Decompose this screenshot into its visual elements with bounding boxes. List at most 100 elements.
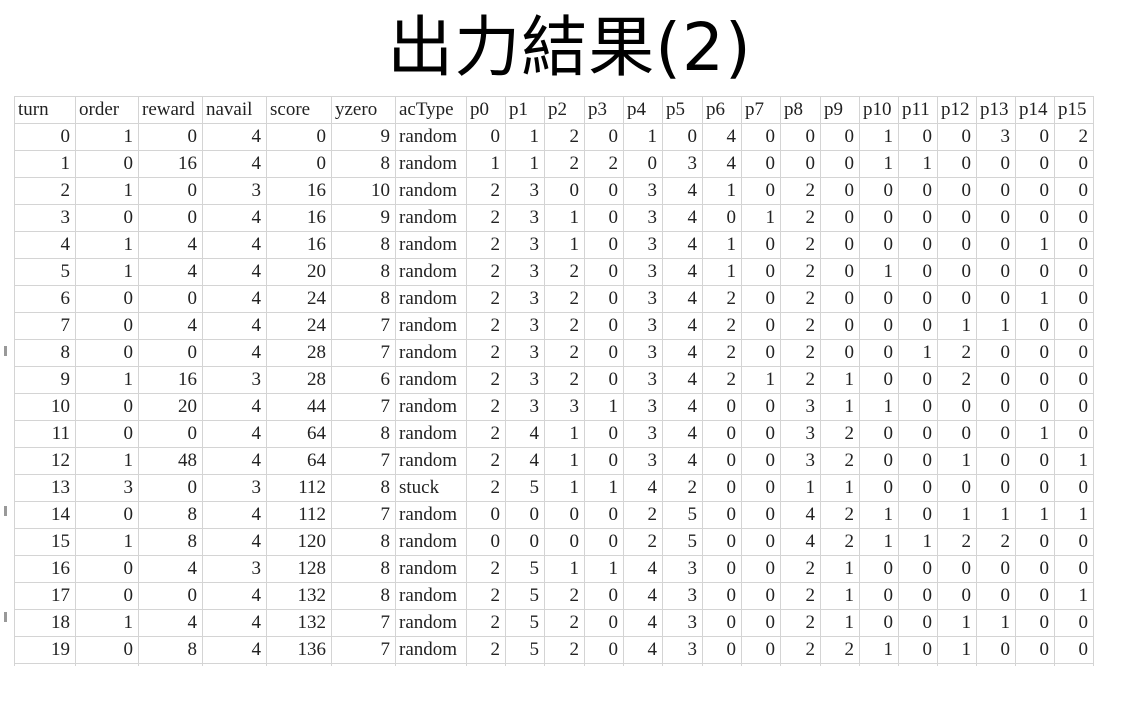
cell-p12[interactable]: 0 [937,420,977,448]
cell-reward[interactable]: 4 [138,312,203,340]
cell-navail[interactable]: 4 [202,123,267,151]
column-header-p7[interactable]: p7 [741,96,781,124]
cell-score[interactable]: 28 [266,366,332,394]
cell-reward[interactable]: 8 [138,636,203,664]
cell-acType[interactable]: random [395,339,467,367]
cell-p3[interactable]: 0 [584,231,624,259]
cell-p4[interactable]: 1 [623,123,663,151]
cell-turn[interactable]: 12 [14,447,76,475]
cell-p5[interactable]: 3 [662,636,703,664]
cell-p10[interactable]: 0 [859,474,899,502]
cell-turn[interactable] [14,663,76,666]
cell-p2[interactable]: 2 [544,339,585,367]
cell-yzero[interactable]: 8 [331,285,396,313]
cell-p1[interactable]: 1 [505,150,545,178]
cell-p2[interactable]: 2 [544,123,585,151]
cell-p2[interactable]: 2 [544,636,585,664]
cell-p4[interactable]: 3 [623,231,663,259]
cell-navail[interactable]: 4 [202,528,267,556]
cell-p0[interactable]: 2 [466,636,506,664]
cell-acType[interactable]: stuck [395,474,467,502]
cell-p11[interactable]: 0 [898,366,938,394]
cell-p6[interactable]: 0 [702,447,742,475]
column-header-p12[interactable]: p12 [937,96,977,124]
cell-p11[interactable]: 0 [898,447,938,475]
cell-navail[interactable]: 4 [202,231,267,259]
cell-p14[interactable]: 0 [1015,123,1055,151]
cell-p5[interactable]: 5 [662,501,703,529]
cell-p13[interactable]: 0 [976,150,1016,178]
cell-p9[interactable]: 0 [820,312,860,340]
cell-p0[interactable]: 2 [466,231,506,259]
cell-p13[interactable]: 0 [976,582,1016,610]
cell-p3[interactable]: 0 [584,177,624,205]
cell-p5[interactable]: 4 [662,312,703,340]
cell-reward[interactable]: 0 [138,177,203,205]
cell-navail[interactable]: 3 [202,177,267,205]
cell-navail[interactable]: 4 [202,420,267,448]
cell-p6[interactable]: 2 [702,312,742,340]
cell-p15[interactable]: 0 [1054,312,1094,340]
cell-p2[interactable]: 1 [544,447,585,475]
cell-score[interactable]: 0 [266,123,332,151]
cell-score[interactable]: 24 [266,312,332,340]
cell-score[interactable]: 16 [266,177,332,205]
cell-turn[interactable]: 16 [14,555,76,583]
cell-p9[interactable]: 0 [820,339,860,367]
cell-p12[interactable]: 1 [937,636,977,664]
cell-p1[interactable]: 5 [505,474,545,502]
cell-reward[interactable]: 0 [138,582,203,610]
cell-reward[interactable]: 0 [138,123,203,151]
cell-acType[interactable]: random [395,204,467,232]
cell-p5[interactable]: 3 [662,609,703,637]
cell-score[interactable]: 16 [266,204,332,232]
cell-p7[interactable]: 0 [741,555,781,583]
cell-p5[interactable]: 3 [662,582,703,610]
cell-p9[interactable]: 0 [820,204,860,232]
cell-p5[interactable]: 3 [662,555,703,583]
cell-p15[interactable]: 0 [1054,420,1094,448]
cell-order[interactable]: 1 [75,528,139,556]
cell-p5[interactable]: 4 [662,258,703,286]
cell-reward[interactable]: 4 [138,231,203,259]
cell-p3[interactable]: 0 [584,258,624,286]
cell-score[interactable]: 64 [266,420,332,448]
cell-p4[interactable]: 0 [623,150,663,178]
cell-order[interactable]: 3 [75,474,139,502]
cell-turn[interactable]: 8 [14,339,76,367]
cell-acType[interactable]: random [395,528,467,556]
column-header-p0[interactable]: p0 [466,96,506,124]
cell-turn[interactable]: 15 [14,528,76,556]
column-header-p8[interactable]: p8 [780,96,821,124]
cell-yzero[interactable]: 8 [331,528,396,556]
cell-p9[interactable]: 2 [820,447,860,475]
cell-p0[interactable]: 2 [466,285,506,313]
cell-p15[interactable]: 0 [1054,393,1094,421]
cell-p3[interactable]: 0 [584,636,624,664]
cell-p8[interactable]: 2 [780,555,821,583]
cell-turn[interactable]: 7 [14,312,76,340]
cell-p6[interactable]: 0 [702,501,742,529]
cell-p15[interactable]: 0 [1054,366,1094,394]
cell-yzero[interactable]: 8 [331,582,396,610]
cell-p13[interactable]: 1 [976,501,1016,529]
cell-p0[interactable]: 2 [466,204,506,232]
column-header-navail[interactable]: navail [202,96,267,124]
cell-p12[interactable]: 2 [937,528,977,556]
cell-reward[interactable]: 48 [138,447,203,475]
cell-p8[interactable]: 4 [780,528,821,556]
cell-p7[interactable]: 0 [741,420,781,448]
cell-p10[interactable]: 0 [859,231,899,259]
cell-p14[interactable]: 1 [1015,231,1055,259]
cell-acType[interactable]: random [395,555,467,583]
cell-p13[interactable]: 0 [976,258,1016,286]
cell-p14[interactable]: 1 [1015,285,1055,313]
cell-p0[interactable] [466,663,506,666]
cell-p12[interactable]: 0 [937,474,977,502]
cell-p13[interactable]: 0 [976,555,1016,583]
column-header-reward[interactable]: reward [138,96,203,124]
cell-p12[interactable]: 1 [937,312,977,340]
cell-p7[interactable]: 0 [741,177,781,205]
cell-yzero[interactable]: 8 [331,150,396,178]
cell-p7[interactable]: 0 [741,231,781,259]
